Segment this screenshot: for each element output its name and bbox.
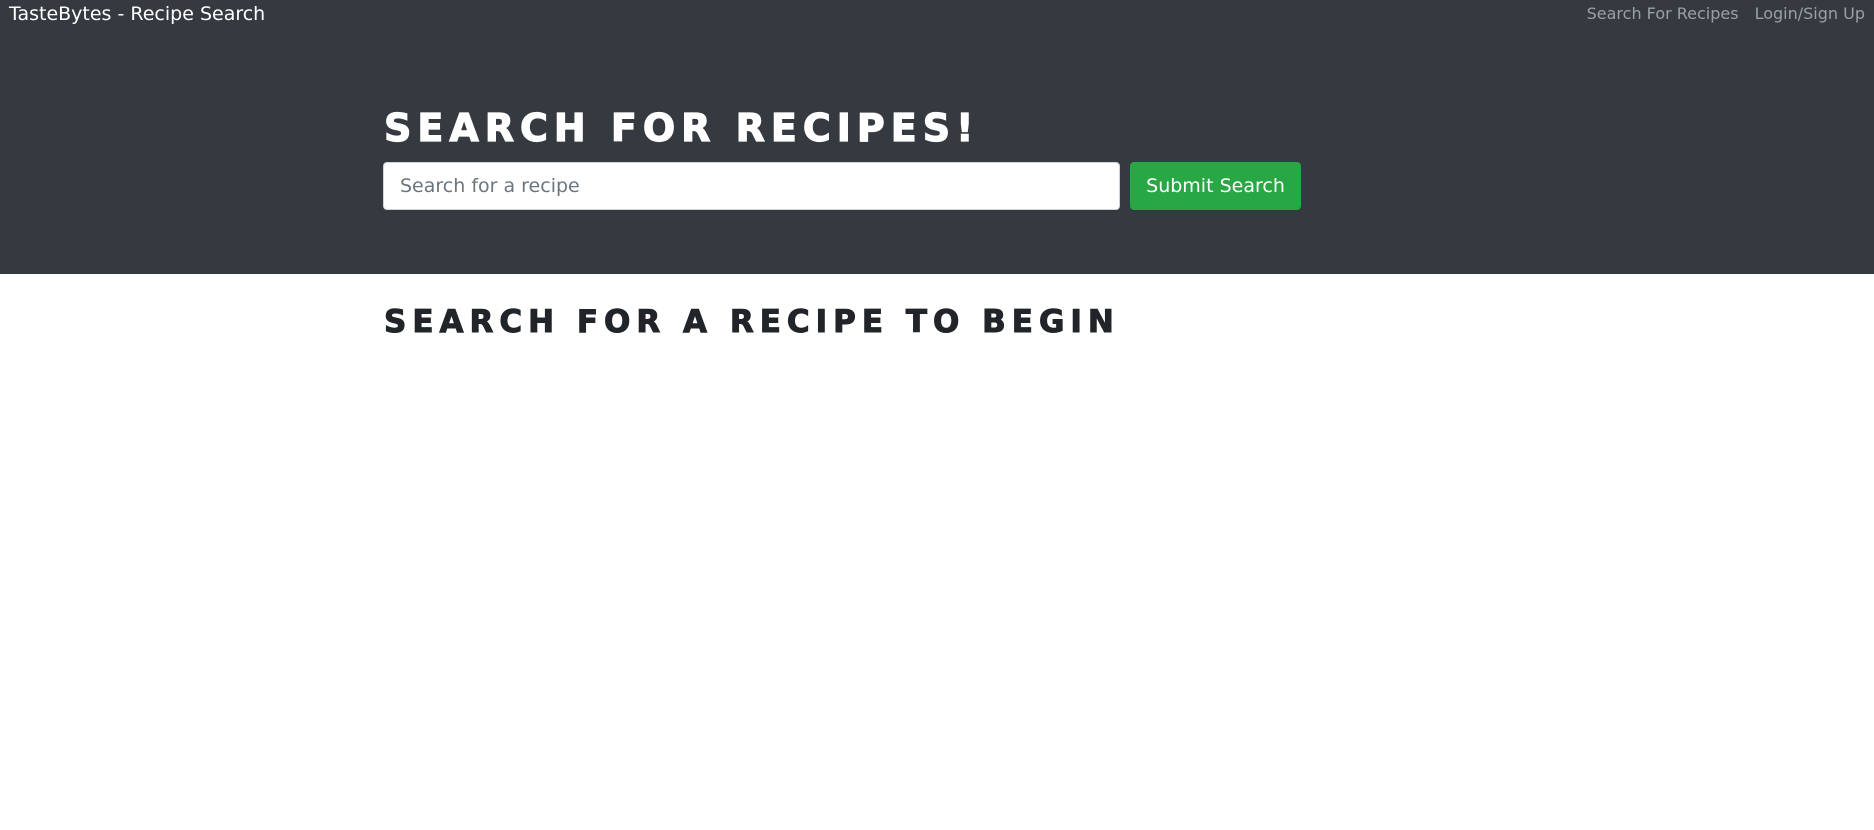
navbar: TasteBytes - Recipe Search Search For Re…	[0, 0, 1874, 28]
brand-link[interactable]: TasteBytes - Recipe Search	[9, 3, 265, 25]
nav-link-login-signup[interactable]: Login/Sign Up	[1755, 5, 1865, 23]
hero-title: Search for recipes!	[383, 105, 980, 150]
submit-search-button[interactable]: Submit Search	[1130, 162, 1301, 210]
hero-section: Search for recipes! Submit Search	[0, 28, 1874, 274]
results-heading: Search for a recipe to begin	[384, 304, 1120, 341]
search-input[interactable]	[383, 162, 1120, 210]
nav-links: Search For Recipes Login/Sign Up	[1587, 5, 1865, 23]
nav-link-search-recipes[interactable]: Search For Recipes	[1587, 5, 1739, 23]
